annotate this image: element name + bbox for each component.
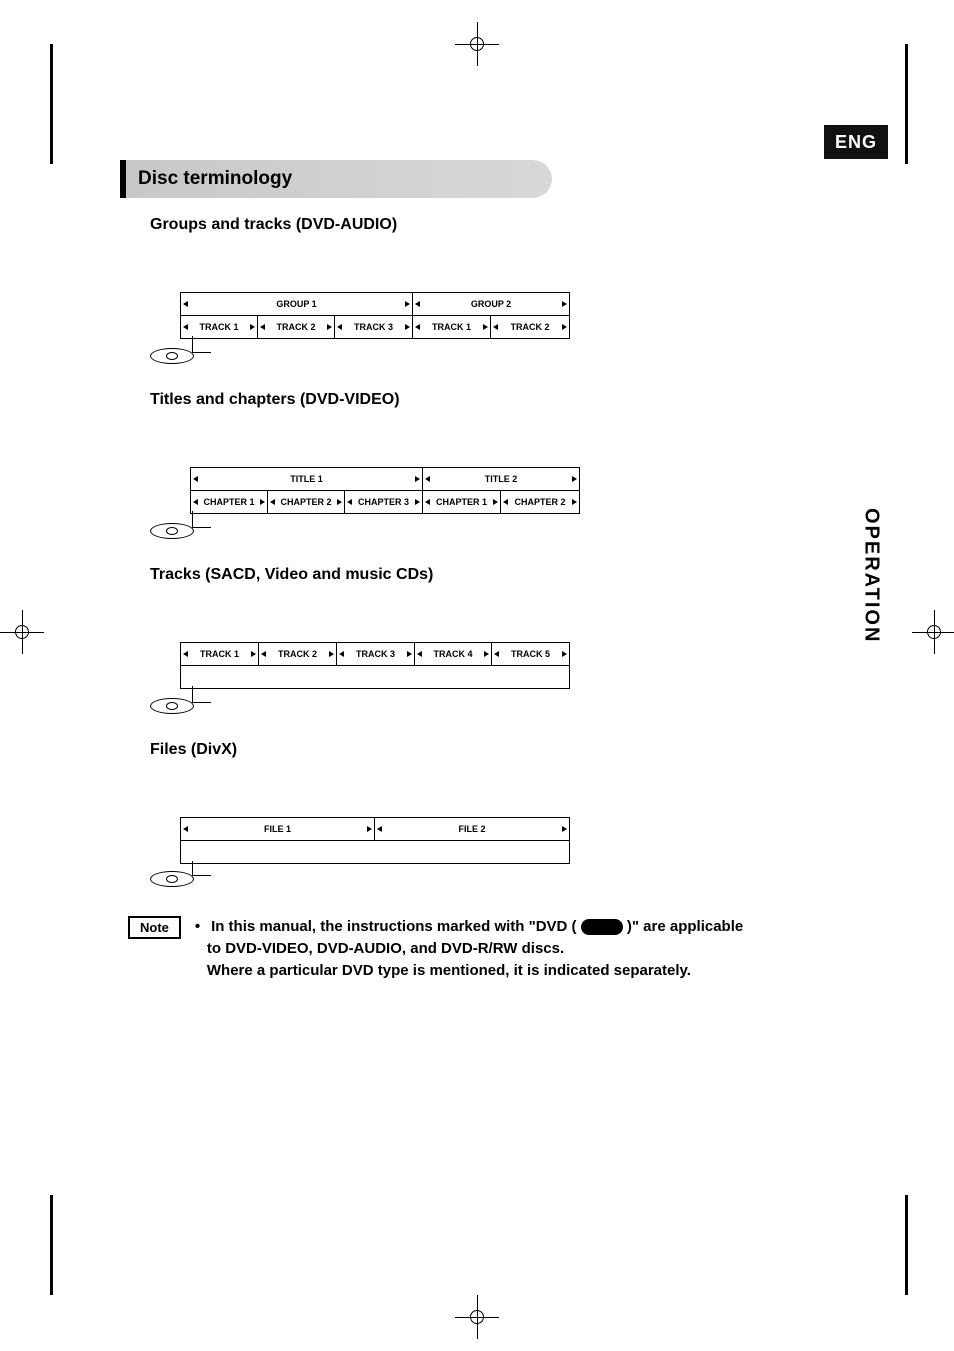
chapter-label: CHAPTER 1 — [432, 497, 491, 507]
subsection-groups: Groups and tracks (DVD-AUDIO) GROUP 1 GR… — [150, 216, 790, 339]
chapter-label: CHAPTER 1 — [199, 497, 258, 507]
registration-mark-icon — [0, 610, 44, 654]
diagram-tracks: TRACK 1 TRACK 2 TRACK 3 TRACK 4 TRACK 5 — [180, 642, 790, 689]
disc-icon — [150, 509, 192, 551]
disc-icon — [150, 334, 192, 376]
chapter-label: CHAPTER 2 — [276, 497, 335, 507]
lead-line — [192, 336, 211, 353]
subsection-title: Files (DivX) — [150, 741, 790, 759]
crop-mark — [50, 44, 53, 164]
lead-line — [192, 861, 211, 876]
track-label: TRACK 5 — [507, 649, 554, 659]
track-label: TRACK 2 — [272, 322, 319, 332]
note-line: to DVD-VIDEO, DVD-AUDIO, and DVD-R/RW di… — [195, 938, 564, 960]
subsection-title: Groups and tracks (DVD-AUDIO) — [150, 216, 790, 234]
dvd-pill-icon — [581, 919, 623, 935]
diagram-titles: TITLE 1 TITLE 2 CHAPTER 1 CHAPTER 2 CHAP… — [190, 467, 790, 514]
crop-mark — [905, 44, 908, 164]
track-label: TRACK 2 — [506, 322, 553, 332]
note-line: In this manual, the instructions marked … — [211, 918, 577, 935]
note-block: Note • In this manual, the instructions … — [128, 916, 790, 981]
note-line: )" are applicable — [627, 918, 743, 935]
side-tab-label: OPERATION — [860, 508, 883, 643]
subsection-title: Titles and chapters (DVD-VIDEO) — [150, 391, 790, 409]
note-badge: Note — [128, 916, 181, 939]
title-section-label: TITLE 1 — [286, 474, 327, 484]
chapter-label: CHAPTER 2 — [510, 497, 569, 507]
note-line: Where a particular DVD type is mentioned… — [195, 960, 691, 982]
subsection-title: Tracks (SACD, Video and music CDs) — [150, 566, 790, 584]
note-text: • In this manual, the instructions marke… — [195, 916, 743, 981]
group-label: GROUP 1 — [272, 299, 320, 309]
content: Groups and tracks (DVD-AUDIO) GROUP 1 GR… — [150, 216, 790, 981]
diagram-files: FILE 1 FILE 2 — [180, 817, 790, 864]
crop-mark — [50, 1195, 53, 1295]
side-tab: OPERATION — [854, 496, 888, 656]
section-heading: Disc terminology — [120, 160, 552, 198]
disc-icon — [150, 857, 192, 899]
page: ENG Disc terminology OPERATION Groups an… — [0, 0, 954, 1351]
lead-line — [192, 686, 211, 703]
language-tag: ENG — [824, 125, 888, 159]
file-label: FILE 1 — [260, 824, 295, 834]
diagram-groups: GROUP 1 GROUP 2 TRACK 1 TRACK 2 TRACK 3 … — [180, 292, 790, 339]
subsection-titles: Titles and chapters (DVD-VIDEO) TITLE 1 … — [150, 391, 790, 514]
title-section-label: TITLE 2 — [481, 474, 522, 484]
crop-mark — [905, 1195, 908, 1295]
registration-mark-icon — [912, 610, 954, 654]
track-label: TRACK 1 — [196, 649, 243, 659]
track-label: TRACK 3 — [352, 649, 399, 659]
track-label: TRACK 4 — [429, 649, 476, 659]
track-label: TRACK 2 — [274, 649, 321, 659]
group-label: GROUP 2 — [467, 299, 515, 309]
disc-icon — [150, 684, 192, 726]
track-label: TRACK 3 — [350, 322, 397, 332]
track-label: TRACK 1 — [195, 322, 242, 332]
file-label: FILE 2 — [454, 824, 489, 834]
lead-line — [192, 511, 211, 528]
chapter-label: CHAPTER 3 — [354, 497, 413, 507]
subsection-files: Files (DivX) FILE 1 FILE 2 — [150, 741, 790, 864]
subsection-tracks: Tracks (SACD, Video and music CDs) TRACK… — [150, 566, 790, 689]
registration-mark-icon — [455, 1295, 499, 1339]
track-label: TRACK 1 — [428, 322, 475, 332]
registration-mark-icon — [455, 22, 499, 66]
